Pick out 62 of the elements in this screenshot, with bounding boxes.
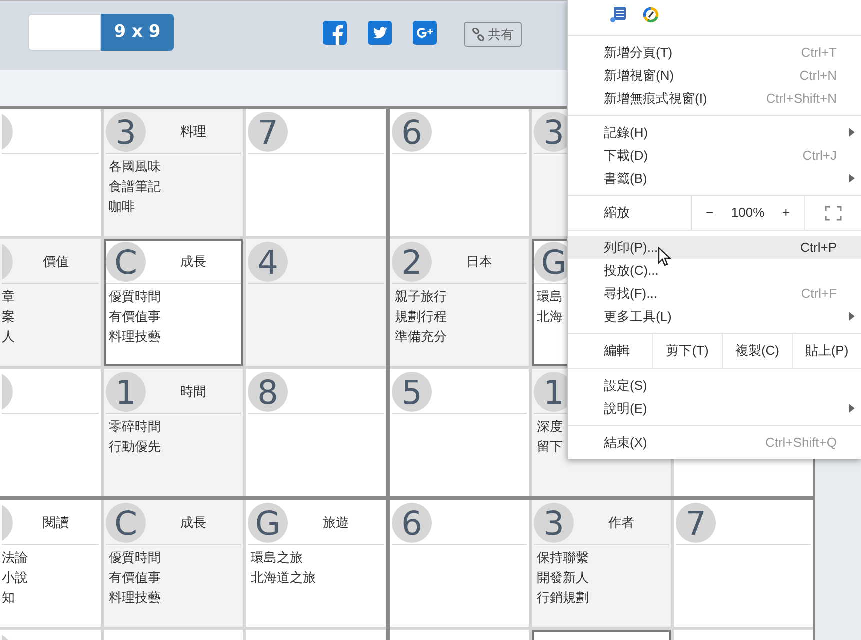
- cell-label: 閱讀: [43, 514, 69, 532]
- cell-item: 人: [2, 328, 15, 346]
- cell-label: 價值: [43, 253, 69, 272]
- shortcut-text: Ctrl+P: [800, 238, 837, 257]
- cell-label: 時間: [180, 383, 206, 402]
- cell-label: 成長: [180, 253, 206, 272]
- number-badge: 1: [106, 372, 146, 412]
- cell-item: 章: [2, 288, 15, 306]
- number-badge: C: [106, 503, 146, 543]
- shortcut-text: Ctrl+T: [801, 44, 837, 62]
- number-badge: 7: [248, 112, 288, 152]
- zoom-value: 100%: [731, 204, 765, 222]
- cell-item: 有價值事: [109, 569, 161, 587]
- cell-item: 準備充分: [395, 328, 447, 346]
- cell-label: 作者: [608, 514, 634, 532]
- number-badge: 3: [106, 112, 146, 152]
- menu-label: 編輯: [604, 342, 630, 360]
- shortcut-text: Ctrl+J: [802, 146, 837, 165]
- number-badge: 6: [392, 112, 432, 152]
- cell-item: 留下: [537, 438, 563, 456]
- cell-item: 食譜筆記: [109, 178, 161, 196]
- cell-item: 規劃行程: [395, 308, 447, 326]
- number-badge: 8: [248, 372, 288, 412]
- number-badge: 4: [248, 242, 288, 282]
- cell-item: 行動優先: [109, 438, 161, 456]
- cell-label: 料理: [180, 123, 206, 142]
- shortcut-text: Ctrl+F: [801, 284, 837, 303]
- cell-item: 有價值事: [109, 308, 161, 326]
- cell-label: 日本: [466, 253, 492, 272]
- cell-label: 旅遊: [323, 514, 349, 532]
- cell-item: 行銷規劃: [537, 589, 589, 607]
- cell-item: 環島: [537, 288, 563, 306]
- cell-item: 深度: [537, 418, 563, 436]
- cell-item: 法論: [2, 549, 28, 567]
- cell-item: 保持聯繫: [537, 549, 589, 567]
- shortcut-text: Ctrl+N: [800, 66, 837, 85]
- number-badge: C: [106, 242, 146, 282]
- shortcut-text: Ctrl+Shift+N: [766, 90, 837, 108]
- cell-label: 成長: [180, 514, 206, 532]
- cell-item: 北海: [537, 308, 563, 326]
- cell-item: 小說: [2, 569, 28, 587]
- menu-label: 縮放: [604, 204, 630, 222]
- cell-item: 知: [2, 589, 15, 607]
- shortcut-text: Ctrl+Shift+Q: [765, 434, 837, 452]
- cell-item: 北海道之旅: [251, 569, 316, 587]
- cell-item: 各國風味: [109, 158, 161, 176]
- number-badge: 2: [392, 242, 432, 282]
- cell-item: 開發新人: [537, 569, 589, 587]
- cell-item: 零碎時間: [109, 418, 161, 436]
- cell-item: 料理技藝: [109, 328, 161, 346]
- cell-item: 優質時間: [109, 549, 161, 567]
- number-badge: 7: [676, 503, 716, 543]
- cell-item: 料理技藝: [109, 589, 161, 607]
- cell-item: 環島之旅: [251, 549, 303, 567]
- number-badge: G: [248, 503, 288, 543]
- number-badge: 6: [392, 503, 432, 543]
- number-badge: 5: [392, 372, 432, 412]
- cell-item: 親子旅行: [395, 288, 447, 306]
- cell-item: 優質時間: [109, 288, 161, 306]
- number-badge: 3: [534, 503, 574, 543]
- cell-item: 案: [2, 308, 15, 326]
- cell-item: 咖啡: [109, 198, 135, 216]
